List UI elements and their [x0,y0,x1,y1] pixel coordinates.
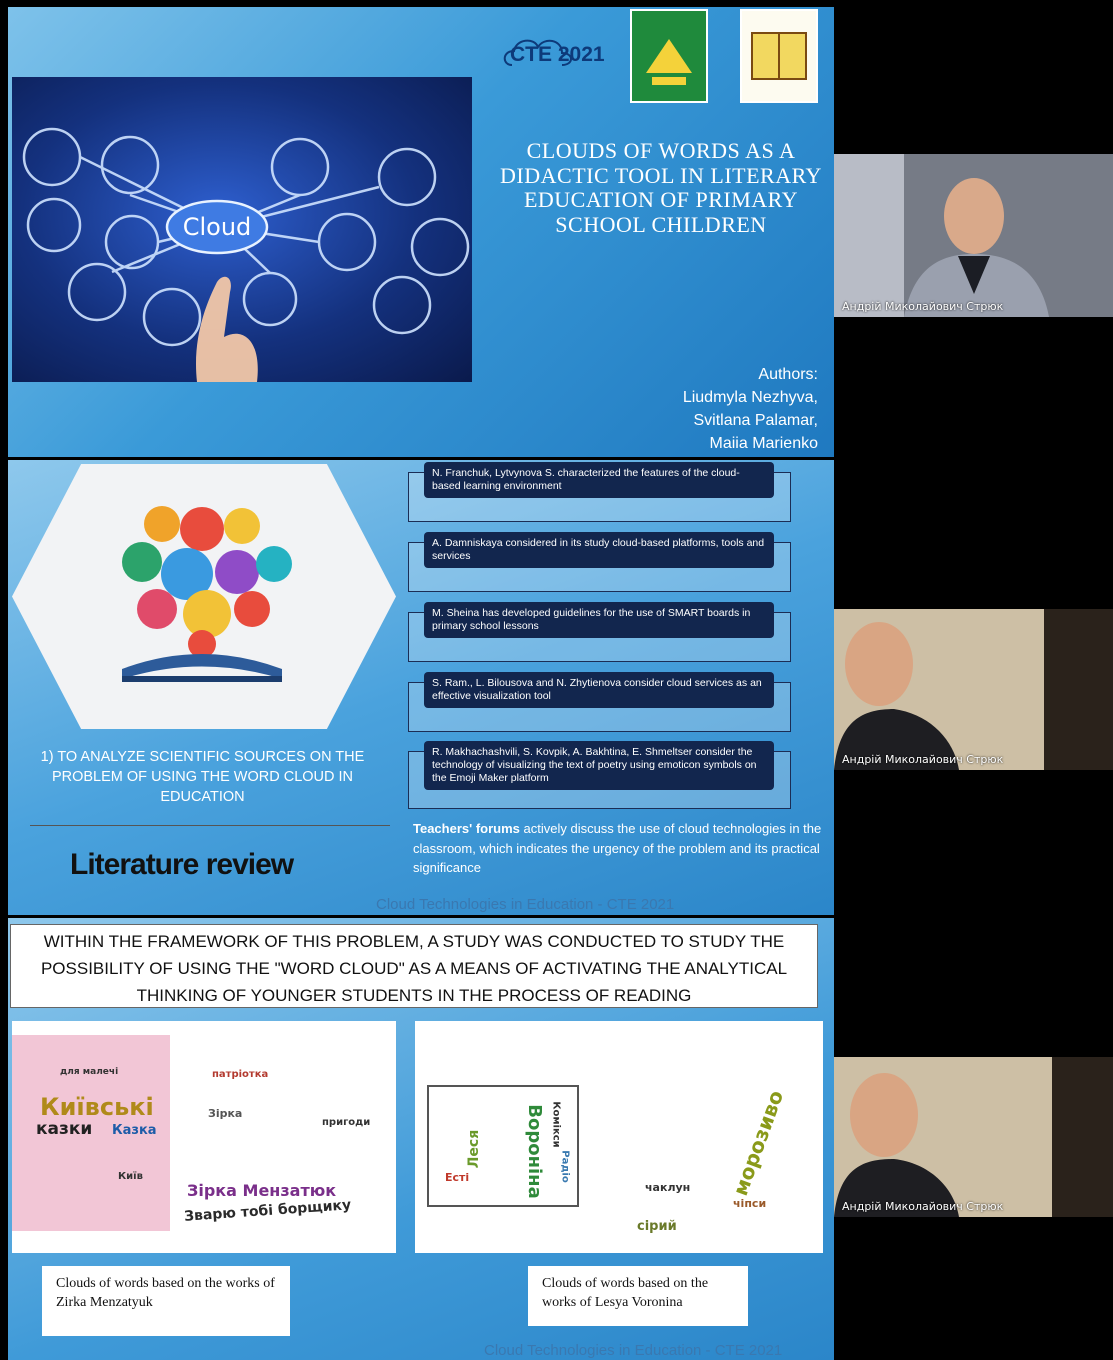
word: казки [36,1119,93,1139]
education-icons-illustration [12,464,396,729]
word-cloud-menzatyuk: Київські казки Казка для малечі Київ Зір… [12,1021,396,1253]
participant-name: Андрій Миколайович Стрюк [842,753,1004,766]
word: сірий [637,1219,677,1234]
word: Зірка [208,1107,243,1120]
word: Київські [40,1093,154,1121]
author-3: Maiia Marienko [709,435,818,452]
reference-card-5: R. Makhachashvili, S. Kovpik, A. Bakhtin… [408,741,791,809]
word: морозиво [727,1087,789,1199]
cte-logo: CTE 2021 [500,31,608,77]
reference-text-3: M. Sheina has developed guidelines for t… [424,602,774,638]
science-icons-graphic [122,506,292,682]
participant-video-2[interactable]: Андрій Миколайович Стрюк [834,609,1113,770]
word: Есті [445,1171,470,1184]
slide-literature-review: N. Franchuk, Lytvynova S. characterized … [8,460,834,915]
university-book-logo [740,9,818,103]
caption-menzatyuk: Clouds of words based on the works of Zi… [42,1266,290,1336]
reference-card-4: S. Ram., L. Bilousova and N. Zhytienova … [408,672,791,732]
participant-name: Андрій Миколайович Стрюк [842,1200,1004,1213]
forums-bold: Teachers' forums [413,821,520,836]
reference-text-4: S. Ram., L. Bilousova and N. Zhytienova … [424,672,774,708]
reference-card-3: M. Sheina has developed guidelines for t… [408,602,791,662]
crest-icon [646,39,692,85]
word: Воронiна [523,1104,545,1199]
word: Комiкси [550,1101,562,1148]
slide-footer: Cloud Technologies in Education - CTE 20… [484,1342,783,1359]
forums-paragraph: Teachers' forums actively discuss the us… [413,819,828,878]
reference-text-2: A. Damniskaya considered in its study cl… [424,532,774,568]
word: Зірка Мензатюк [187,1181,337,1200]
word: Київ [118,1171,143,1182]
cloud-label: Cloud [183,213,252,241]
presentation-title: CLOUDS OF WORDS AS A DIDACTIC TOOL IN LI… [500,138,822,237]
reference-card-1: N. Franchuk, Lytvynova S. characterized … [408,462,791,522]
participant-video-3[interactable]: Андрій Миколайович Стрюк [834,1057,1113,1217]
participant-avatar [834,1057,1113,1217]
cte-logo-text: CTE 2021 [510,43,605,66]
word: для малечі [60,1067,119,1077]
participant-name: Андрій Миколайович Стрюк [842,300,1004,313]
authors-block: Authors: Liudmyla Nezhyva, Svitlana Pala… [683,363,818,455]
reference-text-1: N. Franchuk, Lytvynova S. characterized … [424,462,774,498]
book-icon [751,32,807,80]
university-crest-logo [630,9,708,103]
author-1: Liudmyla Nezhyva, [682,389,818,406]
slide-word-clouds: WITHIN THE FRAMEWORK OF THIS PROBLEM, A … [8,918,834,1360]
divider [30,825,390,826]
caption-voronina: Clouds of words based on the works of Le… [528,1266,748,1326]
word: Леся [466,1129,483,1169]
authors-label: Authors: [758,366,818,383]
slide-footer: Cloud Technologies in Education - CTE 20… [376,896,675,913]
objective-text: 1) TO ANALYZE SCIENTIFIC SOURCES ON THE … [40,749,365,805]
word: пригоди [322,1117,371,1128]
word: патріотка [212,1069,269,1080]
word: чiпси [733,1197,767,1210]
cloud-computing-image: Cloud [12,77,472,382]
participant-avatar [834,154,1113,317]
word: Казка [112,1123,157,1138]
reference-card-2: A. Damniskaya considered in its study cl… [408,532,791,592]
word: Радіо [559,1150,571,1183]
reference-text-5: R. Makhachashvili, S. Kovpik, A. Bakhtin… [424,741,774,790]
participant-avatar [834,609,1113,770]
participant-video-1[interactable]: Андрій Миколайович Стрюк [834,154,1113,317]
word: Зварю тобі борщику [183,1197,352,1225]
author-2: Svitlana Palamar, [693,412,818,429]
cloud-network-illustration: Cloud [22,127,470,382]
study-heading: WITHIN THE FRAMEWORK OF THIS PROBLEM, A … [10,924,818,1008]
section-title: Literature review [70,848,294,881]
slide-title: Cloud CTE 2021 CLOUDS OF WORDS AS A DIDA… [8,7,834,457]
word: чаклун [645,1181,691,1194]
word-cloud-voronina: Воронiна Леся Комiкси Радіо морозиво чiп… [415,1021,823,1253]
